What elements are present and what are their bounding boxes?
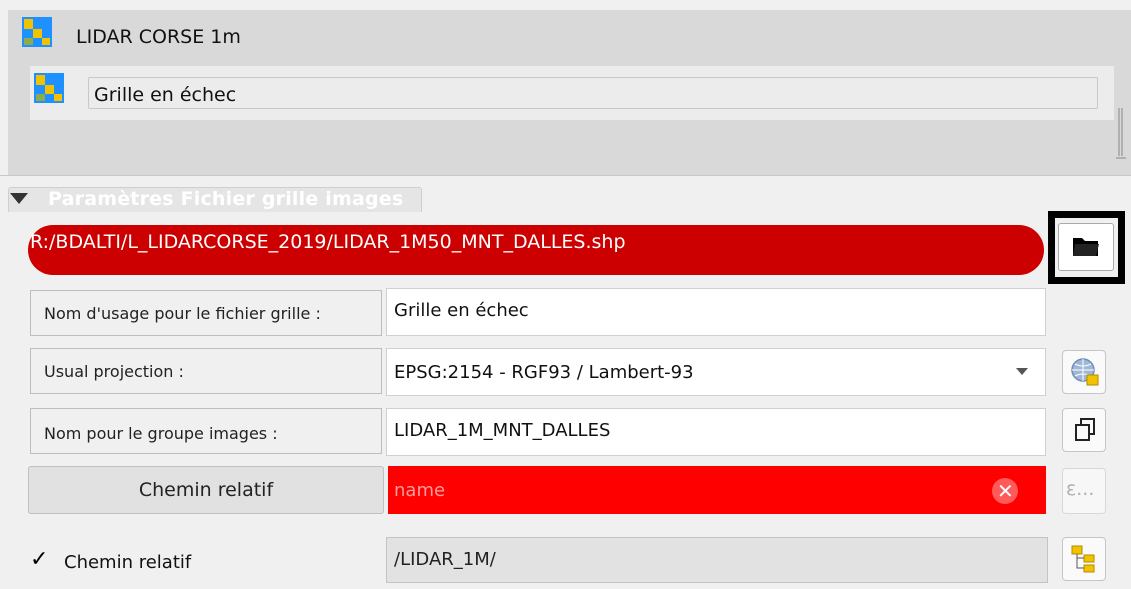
projection-value: EPSG:2154 - RGF93 / Lambert-93 [394,362,694,383]
copy-icon [1075,418,1095,441]
folder-tree-icon [1071,545,1095,573]
projection-label: Usual projection : [44,362,184,381]
relative-path-checkbox-label[interactable]: Chemin relatif [64,552,191,573]
layer-name-field[interactable] [88,77,1098,109]
splitter-handle-icon[interactable] [1116,108,1126,160]
expression-button-label: ε... [1066,478,1095,500]
close-icon: ✕ [997,479,1014,503]
layer-icon [22,17,52,47]
group-name-value: LIDAR_1M_MNT_DALLES [394,420,611,441]
layer-name-text: Grille en échec [94,84,237,106]
usage-name-value: Grille en échec [394,300,529,321]
collapse-triangle-icon[interactable] [10,193,28,204]
folder-open-icon [1073,238,1099,256]
expression-input[interactable] [388,466,1046,514]
panel-divider [0,175,1131,176]
relative-path-button[interactable]: Chemin relatif [28,466,384,514]
layer-group-title[interactable]: LIDAR CORSE 1m [76,26,241,48]
group-name-label: Nom pour le groupe images : [44,424,278,443]
usage-name-label: Nom d'usage pour le fichier grille : [44,304,321,323]
relative-path-value: /LIDAR_1M/ [394,549,496,570]
raster-layer-icon [34,73,64,103]
grid-file-path-text: R:/BDALTI/L_LIDARCORSE_2019/LIDAR_1M50_M… [30,231,626,253]
projection-selector-icon [1071,358,1099,386]
section-title[interactable]: Paramètres Fichier grille images [48,188,403,210]
relative-path-checkbox[interactable]: ✓ [30,547,48,572]
chevron-down-icon[interactable] [1016,368,1028,375]
expression-placeholder: name [394,480,446,501]
